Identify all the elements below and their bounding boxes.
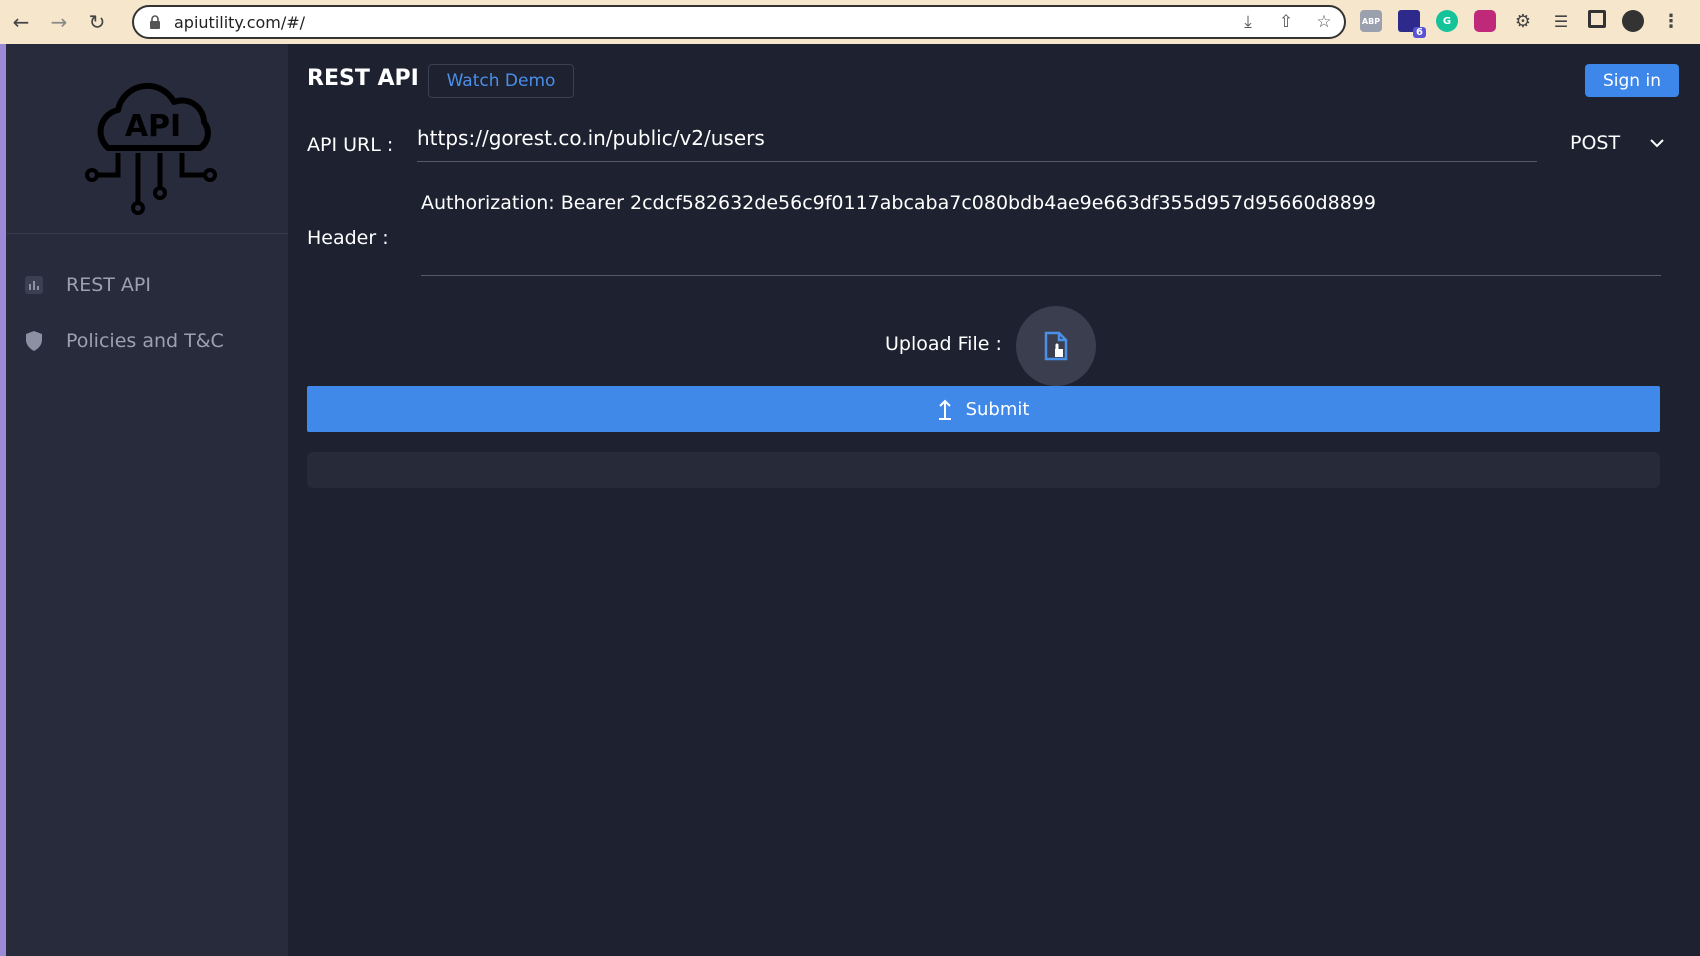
media-icon[interactable]: ☰ <box>1550 10 1572 32</box>
profile-avatar[interactable] <box>1622 10 1644 32</box>
submit-button[interactable]: Submit <box>307 386 1660 432</box>
page-title: REST API <box>307 66 419 91</box>
lock-icon <box>150 15 160 29</box>
submit-label: Submit <box>965 398 1030 420</box>
menu-kebab-icon[interactable]: ⋮ <box>1660 10 1682 32</box>
header-label: Header : <box>307 227 389 249</box>
sidebar-item-policies[interactable]: Policies and T&C <box>22 329 224 353</box>
method-value: POST <box>1570 132 1621 154</box>
chevron-down-icon <box>1650 139 1664 148</box>
sidebar-item-label: REST API <box>66 274 151 296</box>
sidebar: API REST API Policies and T&C <box>6 44 288 956</box>
upload-file-label: Upload File : <box>885 333 1002 355</box>
method-select[interactable]: POST <box>1570 132 1664 154</box>
api-url-input[interactable]: https://gorest.co.in/public/v2/users <box>417 124 1537 162</box>
grammarly-icon[interactable]: G <box>1436 10 1458 32</box>
upload-arrow-icon <box>938 399 951 420</box>
browser-toolbar: ← → ↻ apiutility.com/#/ ⤓ ⇧ ☆ ABP 6 G ⚙ … <box>0 0 1700 44</box>
sidebar-item-label: Policies and T&C <box>66 330 224 352</box>
extensions-bar: ABP 6 G ⚙ ☰ ⋮ <box>1360 10 1682 38</box>
adblock-icon[interactable]: ABP <box>1360 10 1382 32</box>
screen-record-icon[interactable] <box>1474 10 1496 32</box>
upload-file-button[interactable] <box>1016 306 1096 386</box>
back-icon[interactable]: ← <box>4 5 38 39</box>
share-icon[interactable]: ⇧ <box>1276 11 1296 33</box>
header-textarea[interactable]: Authorization: Bearer 2cdcf582632de56c9f… <box>421 188 1661 276</box>
star-icon[interactable]: ☆ <box>1314 11 1334 33</box>
watch-demo-button[interactable]: Watch Demo <box>428 64 574 98</box>
install-icon[interactable]: ⤓ <box>1238 11 1258 33</box>
puzzle-icon[interactable]: ⚙ <box>1512 10 1534 32</box>
extension-badge-icon[interactable]: 6 <box>1398 10 1426 38</box>
shield-icon <box>26 331 42 351</box>
sidebar-divider <box>6 233 288 234</box>
extension-badge-count: 6 <box>1413 27 1426 38</box>
logo-text: API <box>125 109 181 144</box>
reload-icon[interactable]: ↻ <box>80 5 114 39</box>
forward-icon[interactable]: → <box>42 5 76 39</box>
file-icon <box>1044 331 1068 361</box>
chart-icon <box>25 276 43 294</box>
side-panel-icon[interactable] <box>1588 10 1606 28</box>
sign-in-button[interactable]: Sign in <box>1585 64 1679 97</box>
response-panel <box>307 452 1660 488</box>
url-text: apiutility.com/#/ <box>174 12 306 32</box>
sidebar-item-rest-api[interactable]: REST API <box>22 273 151 297</box>
address-bar[interactable]: apiutility.com/#/ ⤓ ⇧ ☆ <box>132 5 1346 39</box>
api-url-label: API URL : <box>307 134 394 156</box>
main-content: REST API Watch Demo Sign in API URL : ht… <box>288 44 1700 956</box>
api-cloud-logo: API <box>85 82 217 215</box>
